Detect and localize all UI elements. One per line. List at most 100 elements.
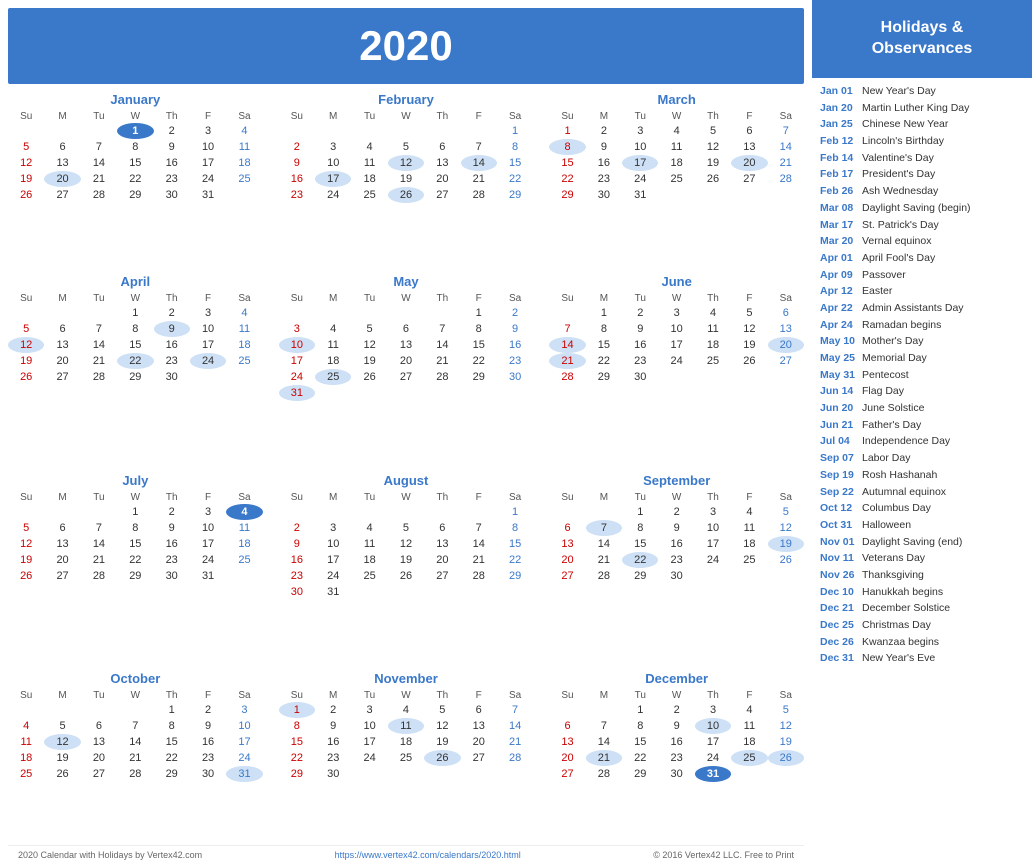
day-header-m: M: [44, 292, 80, 305]
calendar-day: 2: [586, 123, 622, 139]
footer: 2020 Calendar with Holidays by Vertex42.…: [8, 845, 804, 864]
day-header-sa: Sa: [497, 110, 533, 123]
calendar-day: 9: [154, 139, 190, 155]
calendar-day: [388, 123, 424, 139]
month-name-september: September: [549, 473, 804, 488]
calendar-day: 12: [768, 718, 804, 734]
holiday-name: Labor Day: [862, 451, 910, 466]
calendar-day: [768, 568, 804, 584]
calendar-day: 24: [351, 750, 387, 766]
calendar-day: [424, 584, 460, 600]
calendar-day: 10: [695, 718, 731, 734]
holiday-date: Jun 20: [820, 401, 862, 416]
holiday-name: June Solstice: [862, 401, 924, 416]
month-name-august: August: [279, 473, 534, 488]
calendar-day: 30: [586, 187, 622, 203]
calendar-day: 3: [315, 139, 351, 155]
calendar-day: 25: [731, 552, 767, 568]
calendar-day: [695, 568, 731, 584]
holiday-item: Nov 11Veterans Day: [820, 551, 1024, 566]
holiday-date: Apr 12: [820, 284, 862, 299]
calendar-day: 1: [586, 305, 622, 321]
holiday-name: Veterans Day: [862, 551, 925, 566]
day-header-su: Su: [279, 110, 315, 123]
calendar-day: 15: [154, 734, 190, 750]
calendar-day: 14: [461, 155, 497, 171]
holiday-name: Columbus Day: [862, 501, 931, 516]
calendar-day: 2: [658, 504, 694, 520]
calendar-day: 21: [586, 750, 622, 766]
calendar-day: 18: [351, 171, 387, 187]
holiday-name: Daylight Saving (end): [862, 535, 962, 550]
calendar-day: [81, 504, 117, 520]
calendar-day: 5: [8, 321, 44, 337]
calendar-day: 3: [190, 123, 226, 139]
day-header-m: M: [315, 292, 351, 305]
calendar-day: 31: [695, 766, 731, 782]
calendar-day: [8, 305, 44, 321]
calendar-day: [497, 766, 533, 782]
day-header-tu: Tu: [351, 689, 387, 702]
calendar-day: 25: [351, 568, 387, 584]
holiday-date: Feb 26: [820, 184, 862, 199]
day-header-su: Su: [8, 110, 44, 123]
calendar-day: 26: [388, 187, 424, 203]
calendar-day: [190, 369, 226, 385]
month-name-july: July: [8, 473, 263, 488]
calendar-day: 13: [44, 536, 80, 552]
holiday-name: Easter: [862, 284, 892, 299]
calendar-day: 6: [461, 702, 497, 718]
day-header-w: W: [388, 110, 424, 123]
holiday-name: Rosh Hashanah: [862, 468, 937, 483]
holiday-date: Dec 10: [820, 585, 862, 600]
calendar-day: 6: [44, 139, 80, 155]
calendar-day: 28: [461, 187, 497, 203]
month-name-december: December: [549, 671, 804, 686]
holiday-date: Nov 01: [820, 535, 862, 550]
calendar-day: 8: [117, 321, 153, 337]
month-name-may: May: [279, 274, 534, 289]
holiday-date: Sep 19: [820, 468, 862, 483]
calendar-day: 22: [497, 171, 533, 187]
month-june: JuneSuMTuWThFSa1234567891011121314151617…: [549, 274, 804, 460]
calendar-day: [388, 305, 424, 321]
calendar-day: 25: [226, 353, 262, 369]
calendar-day: 24: [190, 552, 226, 568]
day-header-th: Th: [154, 491, 190, 504]
calendar-day: [658, 369, 694, 385]
holiday-date: Apr 24: [820, 318, 862, 333]
calendar-day: 28: [81, 568, 117, 584]
calendar-day: 11: [388, 718, 424, 734]
holiday-date: Dec 26: [820, 635, 862, 650]
calendar-day: 30: [279, 584, 315, 600]
calendar-day: 11: [351, 155, 387, 171]
year-header: 2020: [8, 8, 804, 84]
holiday-item: Mar 17St. Patrick's Day: [820, 218, 1024, 233]
day-header-th: Th: [424, 292, 460, 305]
calendar-day: 25: [226, 552, 262, 568]
day-header-su: Su: [549, 689, 585, 702]
calendar-day: 18: [695, 337, 731, 353]
calendar-day: [461, 385, 497, 401]
calendar-day: 9: [279, 536, 315, 552]
calendar-day: 22: [117, 171, 153, 187]
calendar-day: 20: [44, 552, 80, 568]
calendar-day: 17: [315, 552, 351, 568]
calendar-day: 19: [44, 750, 80, 766]
calendar-day: 23: [622, 353, 658, 369]
day-header-th: Th: [424, 491, 460, 504]
holiday-name: Independence Day: [862, 434, 950, 449]
calendar-day: 9: [154, 520, 190, 536]
calendar-day: 12: [8, 155, 44, 171]
calendar-day: [315, 305, 351, 321]
holiday-item: Apr 12Easter: [820, 284, 1024, 299]
calendar-day: 22: [117, 552, 153, 568]
calendar-day: 26: [768, 552, 804, 568]
calendar-day: 7: [461, 139, 497, 155]
calendar-day: 11: [226, 139, 262, 155]
calendar-day: 24: [658, 353, 694, 369]
calendar-day: 12: [695, 139, 731, 155]
holiday-date: Mar 08: [820, 201, 862, 216]
calendar-day: 31: [315, 584, 351, 600]
calendar-day: 25: [351, 187, 387, 203]
